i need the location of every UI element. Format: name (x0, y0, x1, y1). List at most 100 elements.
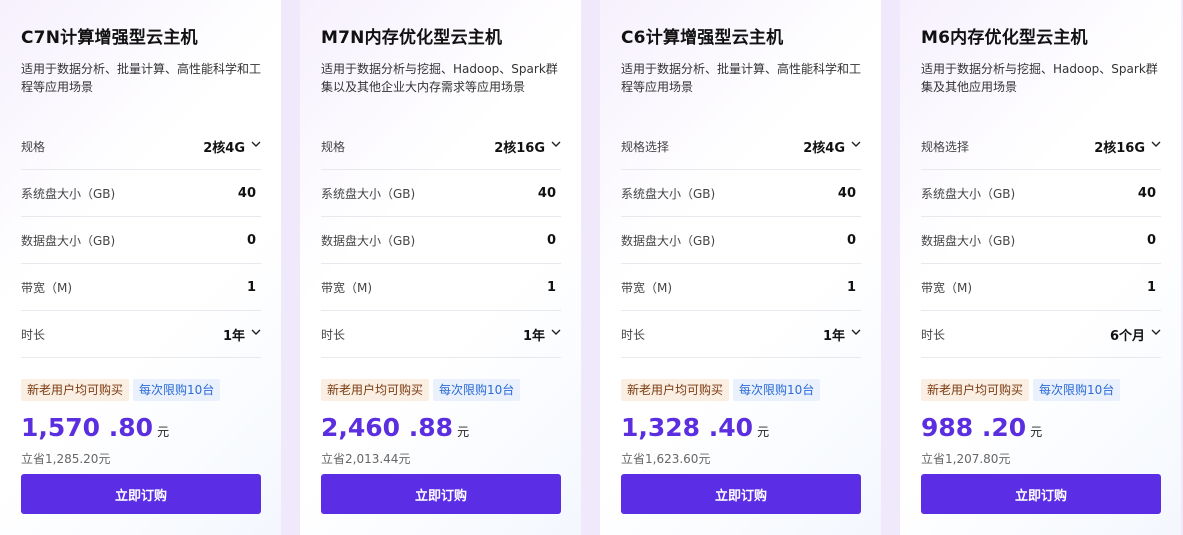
spec-select[interactable]: 2核16G (494, 137, 561, 156)
price-unit: 元 (757, 425, 770, 439)
bandwidth-row: 带宽（M) 1 (321, 264, 561, 311)
bandwidth-value: 1 (846, 279, 856, 295)
card-title: M7N内存优化型云主机 (321, 28, 503, 48)
data-disk-row: 数据盘大小（GB) 0 (921, 217, 1161, 264)
chevron-down-icon[interactable] (551, 327, 561, 337)
system-disk-value: 40 (837, 185, 856, 201)
spec-value: 2核4G (803, 140, 845, 156)
duration-select[interactable]: 1年 (823, 325, 861, 344)
new-user-badge: 新老用户均可购买 (321, 379, 430, 401)
spec-row[interactable]: 规格选择 2核16G (921, 123, 1161, 170)
duration-value: 6个月 (1109, 328, 1145, 344)
duration-row[interactable]: 时长 1年 (21, 311, 261, 358)
buy-now-button[interactable]: 立即订购 (621, 474, 861, 514)
product-card-c6: C6计算增强型云主机 适用于数据分析、批量计算、高性能科学和工程等应用场景 规格… (600, 0, 881, 535)
system-disk-label: 系统盘大小（GB) (621, 186, 716, 201)
duration-row[interactable]: 时长 1年 (321, 311, 561, 358)
chevron-down-icon[interactable] (851, 327, 861, 337)
badges: 新老用户均可购买 每次限购10台 (621, 379, 821, 401)
limit-badge: 每次限购10台 (133, 379, 221, 401)
savings-text: 立省1,207.80元 (921, 452, 1011, 466)
card-title: C6计算增强型云主机 (621, 28, 784, 48)
bandwidth-label: 带宽（M) (921, 280, 973, 295)
new-user-badge: 新老用户均可购买 (21, 379, 130, 401)
system-disk-label: 系统盘大小（GB) (21, 186, 116, 201)
bandwidth-value: 1 (246, 279, 256, 295)
savings-text: 立省2,013.44元 (321, 452, 411, 466)
price-amount: 1,570 .80 (21, 413, 154, 442)
spec-select[interactable]: 2核16G (1094, 137, 1161, 156)
system-disk-value: 40 (1137, 185, 1156, 201)
price-amount: 1,328 .40 (621, 413, 754, 442)
savings-text: 立省1,623.60元 (621, 452, 711, 466)
spec-select[interactable]: 2核4G (803, 137, 861, 156)
chevron-down-icon[interactable] (251, 139, 261, 149)
price: 1,328 .40 元 (621, 413, 769, 442)
duration-value: 1年 (222, 328, 245, 344)
system-disk-row: 系统盘大小（GB) 40 (321, 170, 561, 217)
bandwidth-value: 1 (1146, 279, 1156, 295)
data-disk-label: 数据盘大小（GB) (321, 233, 416, 248)
limit-badge: 每次限购10台 (433, 379, 521, 401)
buy-now-button[interactable]: 立即订购 (21, 474, 261, 514)
buy-now-button[interactable]: 立即订购 (321, 474, 561, 514)
spec-value: 2核16G (1094, 140, 1145, 156)
buy-now-button[interactable]: 立即订购 (921, 474, 1161, 514)
chevron-down-icon[interactable] (551, 139, 561, 149)
data-disk-row: 数据盘大小（GB) 0 (321, 217, 561, 264)
duration-value: 1年 (522, 328, 545, 344)
duration-label: 时长 (621, 327, 646, 342)
limit-badge: 每次限购10台 (733, 379, 821, 401)
bandwidth-label: 带宽（M) (321, 280, 373, 295)
chevron-down-icon[interactable] (851, 139, 861, 149)
badges: 新老用户均可购买 每次限购10台 (321, 379, 521, 401)
duration-select[interactable]: 1年 (223, 325, 261, 344)
price: 988 .20 元 (921, 413, 1042, 442)
duration-row[interactable]: 时长 1年 (621, 311, 861, 358)
duration-select[interactable]: 6个月 (1110, 325, 1161, 344)
price-amount: 2,460 .88 (321, 413, 454, 442)
duration-select[interactable]: 1年 (523, 325, 561, 344)
duration-label: 时长 (321, 327, 346, 342)
product-cards: C7N计算增强型云主机 适用于数据分析、批量计算、高性能科学和工程等应用场景 规… (0, 0, 1183, 535)
new-user-badge: 新老用户均可购买 (621, 379, 730, 401)
badges: 新老用户均可购买 每次限购10台 (21, 379, 221, 401)
spec-row[interactable]: 规格选择 2核4G (621, 123, 861, 170)
chevron-down-icon[interactable] (1151, 327, 1161, 337)
card-description: 适用于数据分析、批量计算、高性能科学和工程等应用场景 (621, 62, 862, 94)
badges: 新老用户均可购买 每次限购10台 (921, 379, 1121, 401)
bandwidth-row: 带宽（M) 1 (921, 264, 1161, 311)
system-disk-value: 40 (537, 185, 556, 201)
bandwidth-row: 带宽（M) 1 (621, 264, 861, 311)
bandwidth-label: 带宽（M) (621, 280, 673, 295)
price-unit: 元 (157, 425, 170, 439)
duration-label: 时长 (921, 327, 946, 342)
data-disk-value: 0 (1146, 232, 1156, 248)
bandwidth-value: 1 (546, 279, 556, 295)
price: 2,460 .88 元 (321, 413, 469, 442)
spec-row[interactable]: 规格 2核16G (321, 123, 561, 170)
data-disk-label: 数据盘大小（GB) (21, 233, 116, 248)
spec-label: 规格 (21, 139, 46, 154)
system-disk-label: 系统盘大小（GB) (921, 186, 1016, 201)
card-description: 适用于数据分析、批量计算、高性能科学和工程等应用场景 (21, 62, 262, 94)
card-description: 适用于数据分析与挖掘、Hadoop、Spark群集以及其他企业大内存需求等应用场… (321, 62, 558, 94)
duration-value: 1年 (822, 328, 845, 344)
data-disk-row: 数据盘大小（GB) 0 (21, 217, 261, 264)
chevron-down-icon[interactable] (1151, 139, 1161, 149)
spec-select[interactable]: 2核4G (203, 137, 261, 156)
data-disk-row: 数据盘大小（GB) 0 (621, 217, 861, 264)
price: 1,570 .80 元 (21, 413, 169, 442)
duration-row[interactable]: 时长 6个月 (921, 311, 1161, 358)
card-description: 适用于数据分析与挖掘、Hadoop、Spark群集及其他应用场景 (921, 62, 1158, 94)
spec-row[interactable]: 规格 2核4G (21, 123, 261, 170)
chevron-down-icon[interactable] (251, 327, 261, 337)
bandwidth-row: 带宽（M) 1 (21, 264, 261, 311)
bandwidth-label: 带宽（M) (21, 280, 73, 295)
spec-value: 2核16G (494, 140, 545, 156)
limit-badge: 每次限购10台 (1033, 379, 1121, 401)
data-disk-value: 0 (546, 232, 556, 248)
system-disk-label: 系统盘大小（GB) (321, 186, 416, 201)
price-amount: 988 .20 (921, 413, 1027, 442)
spec-label: 规格选择 (621, 139, 670, 154)
